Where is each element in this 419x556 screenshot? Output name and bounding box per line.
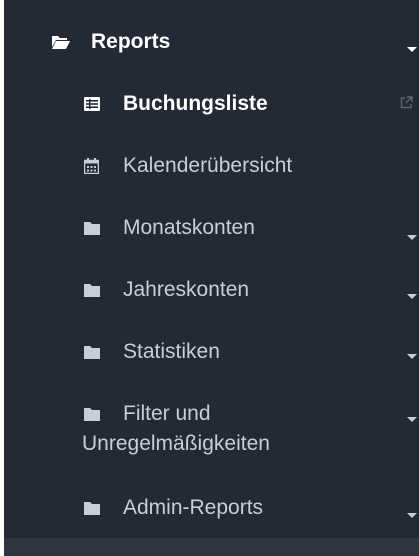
sidebar-item-label: Reports bbox=[91, 30, 171, 53]
external-link-icon[interactable] bbox=[400, 96, 413, 109]
folder-open-icon bbox=[52, 36, 70, 49]
sidebar-item-label: Admin-Reports bbox=[123, 496, 264, 519]
calendar-icon bbox=[84, 158, 99, 174]
sidebar-item-label-line1: Filter und bbox=[123, 402, 211, 425]
sidebar-menu: Reports Buchungsliste Kalenderübersicht … bbox=[4, 0, 419, 538]
sidebar-footer bbox=[4, 538, 419, 556]
folder-icon bbox=[84, 284, 100, 297]
sidebar-item-monatskonten[interactable]: Monatskonten bbox=[4, 212, 419, 244]
chevron-down-icon[interactable] bbox=[407, 47, 417, 52]
sidebar-item-label: Buchungsliste bbox=[123, 92, 268, 115]
sidebar-item-label: Kalenderübersicht bbox=[123, 154, 293, 177]
sidebar-item-kalenderuebersicht[interactable]: Kalenderübersicht bbox=[4, 150, 419, 182]
list-icon bbox=[84, 97, 100, 111]
sidebar-item-jahreskonten[interactable]: Jahreskonten bbox=[4, 274, 419, 306]
sidebar-panel: Reports Buchungsliste Kalenderübersicht … bbox=[0, 0, 419, 556]
folder-icon bbox=[84, 502, 100, 515]
sidebar-item-statistiken[interactable]: Statistiken bbox=[4, 336, 419, 368]
chevron-down-icon[interactable] bbox=[407, 513, 417, 518]
folder-icon bbox=[84, 408, 100, 421]
folder-icon bbox=[84, 346, 100, 359]
sidebar-item-label: Jahreskonten bbox=[123, 278, 250, 301]
sidebar-item-admin-reports[interactable]: Admin-Reports bbox=[4, 492, 419, 524]
folder-icon bbox=[84, 222, 100, 235]
sidebar-item-label: Statistiken bbox=[123, 340, 220, 363]
chevron-down-icon[interactable] bbox=[407, 235, 417, 240]
chevron-down-icon[interactable] bbox=[407, 294, 417, 299]
sidebar-item-label-line2: Unregelmäßigkeiten bbox=[82, 432, 270, 455]
sidebar-item-reports[interactable]: Reports bbox=[4, 26, 419, 58]
chevron-down-icon[interactable] bbox=[407, 417, 417, 422]
chevron-down-icon[interactable] bbox=[407, 354, 417, 359]
sidebar-item-buchungsliste[interactable]: Buchungsliste bbox=[4, 88, 419, 120]
sidebar-item-filter-unregelmaessigkeiten[interactable]: Filter und Unregelmäßigkeiten bbox=[4, 398, 419, 462]
sidebar-item-label: Monatskonten bbox=[123, 216, 255, 239]
